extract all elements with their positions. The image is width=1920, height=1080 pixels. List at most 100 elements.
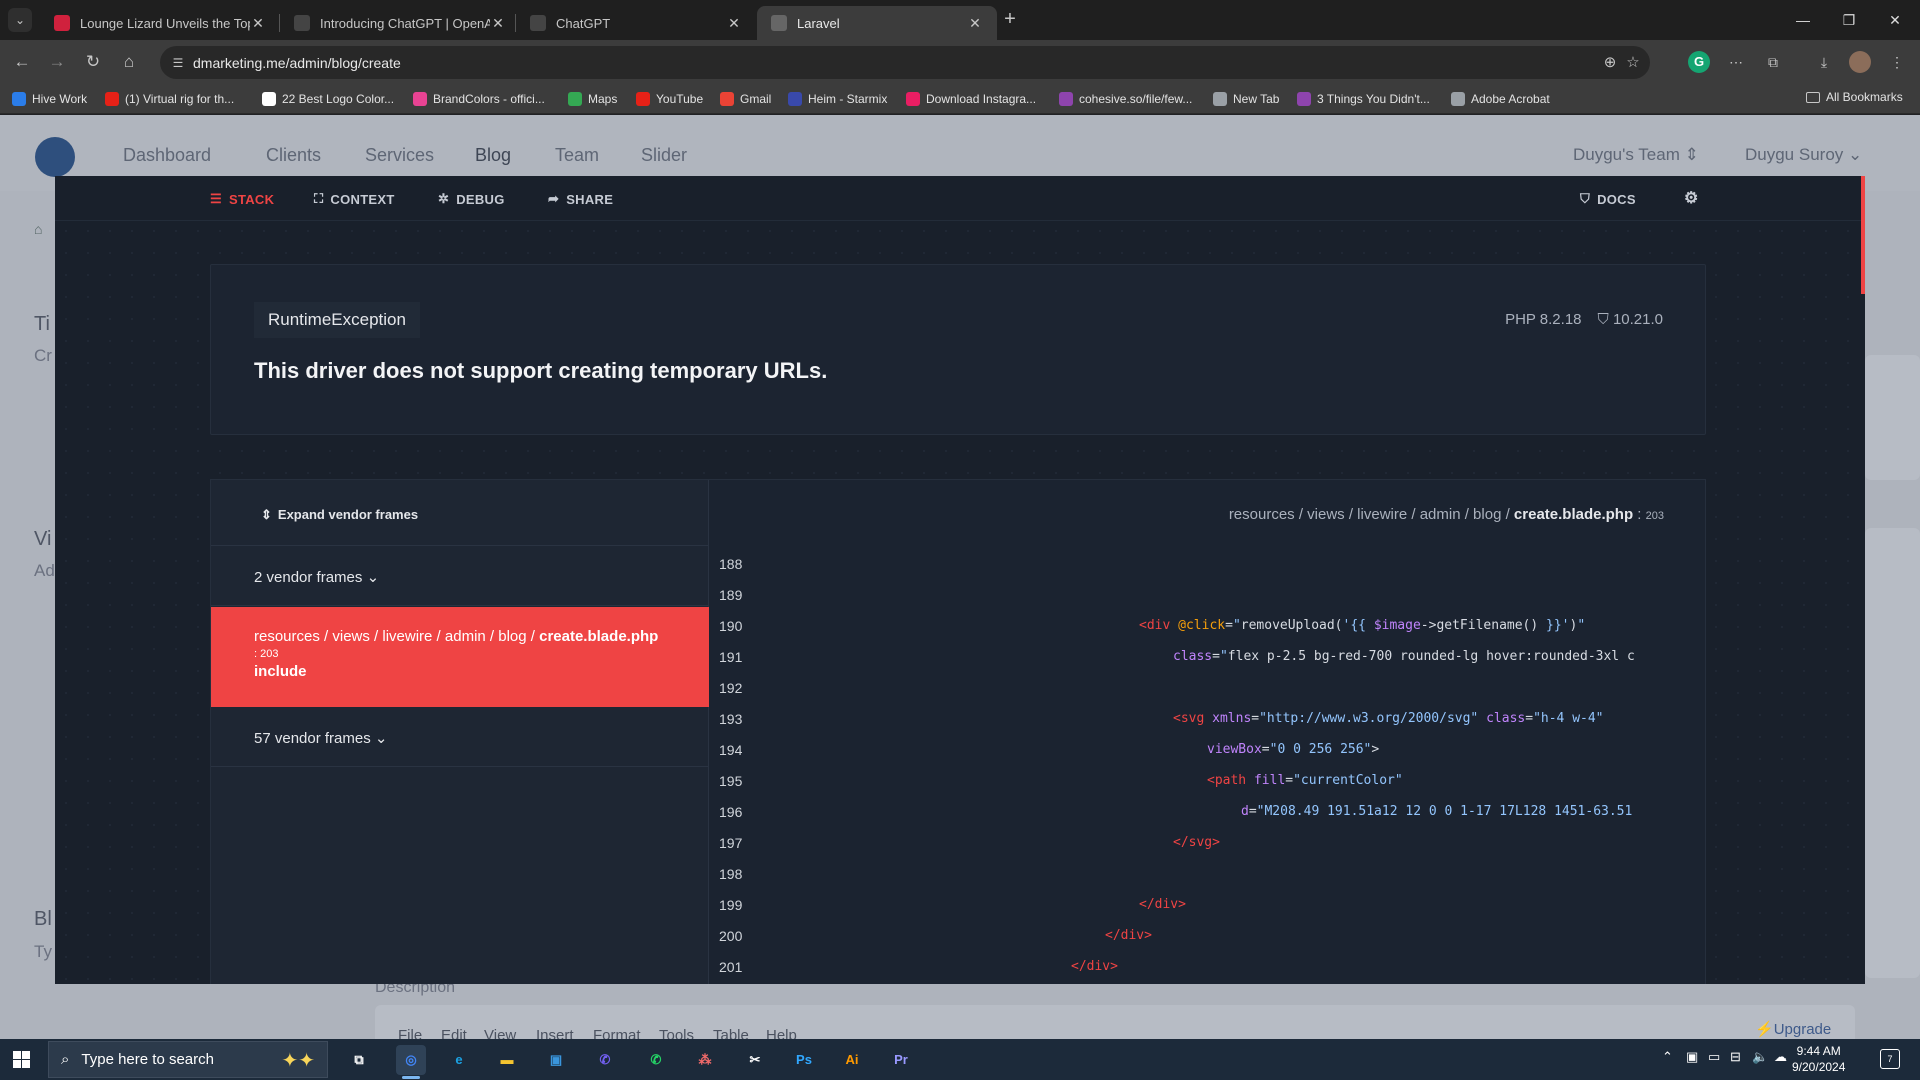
editor-menu-file[interactable]: File	[398, 1027, 422, 1039]
bookmark-item[interactable]: cohesive.so/file/few...	[1059, 90, 1192, 108]
taskbar-clock[interactable]: 9:44 AM 9/20/2024	[1792, 1043, 1845, 1075]
bookmark-item[interactable]: Maps	[568, 90, 617, 108]
restore-icon[interactable]: ❐	[1826, 0, 1872, 40]
cloud-icon[interactable]: ☁	[1774, 1049, 1787, 1065]
home-icon[interactable]: ⌂	[117, 50, 141, 74]
minimize-icon[interactable]: —	[1780, 0, 1826, 40]
nav-dashboard[interactable]: Dashboard	[123, 145, 211, 166]
vendor-frames-toggle[interactable]: 57 vendor frames ⌄	[211, 707, 709, 767]
close-tab-icon[interactable]: ✕	[490, 15, 506, 32]
nav-blog[interactable]: Blog	[475, 145, 511, 166]
bookmark-item[interactable]: Hive Work	[12, 90, 87, 108]
editor-menu-help[interactable]: Help	[766, 1027, 797, 1039]
premiere-icon[interactable]: Pr	[886, 1045, 916, 1075]
copilot-sparkle-icon[interactable]: ✦✦	[281, 1048, 315, 1073]
nav-team[interactable]: Team	[555, 145, 599, 166]
network-icon[interactable]: ⊟	[1730, 1049, 1741, 1065]
extensions-puzzle-icon[interactable]: ⧉	[1762, 51, 1784, 73]
new-tab-button[interactable]: +	[996, 8, 1024, 32]
bookmark-item[interactable]: New Tab	[1213, 90, 1279, 108]
camera-icon[interactable]: ▣	[1686, 1049, 1698, 1065]
vendor-frames-toggle[interactable]: 2 vendor frames ⌄	[211, 546, 709, 606]
app-logo[interactable]	[35, 137, 75, 177]
tab-stack[interactable]: ☰ STACK	[210, 191, 274, 207]
browser-tab[interactable]: Lounge Lizard Unveils the Top I ✕	[40, 6, 280, 40]
bookmark-item[interactable]: 3 Things You Didn't...	[1297, 90, 1430, 108]
nav-clients[interactable]: Clients	[266, 145, 321, 166]
browser-tab[interactable]: ChatGPT ✕	[516, 6, 756, 40]
close-window-icon[interactable]: ✕	[1872, 0, 1918, 40]
tab-context[interactable]: ⛶ CONTEXT	[314, 191, 395, 207]
volume-icon[interactable]: 🔈	[1752, 1049, 1768, 1065]
viber-icon[interactable]: ✆	[590, 1045, 620, 1075]
capcut-icon[interactable]: ✂	[740, 1045, 770, 1075]
tab-search-icon[interactable]: ⌄	[8, 8, 32, 32]
battery-icon[interactable]: ▭	[1708, 1049, 1720, 1065]
store-icon[interactable]: ▣	[541, 1045, 571, 1075]
url-text[interactable]: dmarketing.me/admin/blog/create	[193, 55, 401, 71]
nav-slider[interactable]: Slider	[641, 145, 687, 166]
expand-vendor-frames-button[interactable]: ⇕ Expand vendor frames	[211, 480, 709, 546]
browser-tab[interactable]: Introducing ChatGPT | OpenAI ✕	[280, 6, 520, 40]
editor-menu-insert[interactable]: Insert	[536, 1027, 574, 1039]
close-tab-icon[interactable]: ✕	[726, 15, 742, 32]
site-info-icon[interactable]: ☰	[168, 53, 188, 73]
bookmark-item[interactable]: BrandColors - offici...	[413, 90, 545, 108]
extension-menu-icon[interactable]: ⋯	[1725, 51, 1747, 73]
editor-menu-tools[interactable]: Tools	[659, 1027, 694, 1039]
settings-gear-icon[interactable]: ⚙	[1684, 188, 1699, 208]
close-tab-icon[interactable]: ✕	[967, 15, 983, 32]
bookmark-item[interactable]: Heim - Starmix	[788, 90, 887, 108]
tab-share[interactable]: ➦ SHARE	[548, 191, 613, 207]
profile-avatar[interactable]	[1849, 51, 1871, 73]
chrome-menu-icon[interactable]: ⋮	[1886, 51, 1908, 73]
photoshop-icon[interactable]: Ps	[789, 1045, 819, 1075]
asana-icon[interactable]: ⁂	[690, 1045, 720, 1075]
bookmark-item[interactable]: YouTube	[636, 90, 703, 108]
reload-icon[interactable]: ↻	[81, 50, 105, 74]
editor-menu-format[interactable]: Format	[593, 1027, 641, 1039]
tab-favicon-icon	[771, 15, 787, 31]
editor-menu-view[interactable]: View	[484, 1027, 516, 1039]
tab-debug[interactable]: ✲ DEBUG	[438, 191, 505, 207]
file-explorer-icon[interactable]: ▬	[492, 1045, 522, 1075]
back-icon[interactable]: ←	[10, 50, 34, 74]
docs-link[interactable]: ⛉ DOCS	[1580, 191, 1636, 207]
editor-menu-table[interactable]: Table	[713, 1027, 749, 1039]
all-bookmarks-button[interactable]: All Bookmarks	[1806, 90, 1903, 104]
user-menu[interactable]: Duygu Suroy ⌄	[1745, 145, 1862, 165]
bookmark-label: 22 Best Logo Color...	[282, 92, 395, 106]
zoom-icon[interactable]: ⊕	[1600, 53, 1620, 73]
tray-chevron-icon[interactable]: ⌃	[1662, 1049, 1673, 1065]
bookmark-favicon-icon	[262, 92, 276, 106]
taskbar-search[interactable]: ⌕ Type here to search ✦✦	[48, 1041, 328, 1078]
windows-start-icon[interactable]	[13, 1051, 30, 1068]
illustrator-icon[interactable]: Ai	[837, 1045, 867, 1075]
bookmark-star-icon[interactable]: ☆	[1623, 53, 1643, 73]
address-bar[interactable]: ☰ dmarketing.me/admin/blog/create ⊕ ☆	[160, 46, 1650, 79]
chrome-icon[interactable]: ◎	[396, 1045, 426, 1079]
code-line: 199 </div>	[709, 889, 1706, 920]
forward-icon[interactable]: →	[45, 50, 69, 74]
expand-vendor-label: Expand vendor frames	[277, 507, 419, 522]
bookmark-item[interactable]: 22 Best Logo Color...	[262, 90, 394, 108]
code-file-path[interactable]: resources / views / livewire / admin / b…	[1229, 506, 1664, 523]
team-switcher[interactable]: Duygu's Team ⇕	[1573, 145, 1699, 165]
upgrade-button[interactable]: ⚡Upgrade	[1755, 1020, 1831, 1038]
whatsapp-icon[interactable]: ✆	[641, 1045, 671, 1075]
home-breadcrumb-icon[interactable]: ⌂	[34, 221, 48, 237]
browser-tab[interactable]: Laravel ✕	[757, 6, 997, 40]
edge-icon[interactable]: e	[444, 1045, 474, 1075]
task-view-icon[interactable]: ⧉	[344, 1045, 374, 1075]
bookmark-item[interactable]: (1) Virtual rig for th...	[105, 90, 234, 108]
grammarly-icon[interactable]: G	[1688, 51, 1710, 73]
bookmark-item[interactable]: Download Instagra...	[906, 90, 1036, 108]
editor-menu-edit[interactable]: Edit	[441, 1027, 467, 1039]
active-frame[interactable]: resources / views / livewire / admin / b…	[211, 607, 709, 707]
close-tab-icon[interactable]: ✕	[250, 15, 266, 32]
notification-icon[interactable]: 7	[1880, 1049, 1900, 1069]
bookmark-item[interactable]: Adobe Acrobat	[1451, 90, 1550, 108]
bookmark-item[interactable]: Gmail	[720, 90, 771, 108]
download-icon[interactable]: ⤓	[1813, 51, 1835, 73]
nav-services[interactable]: Services	[365, 145, 434, 166]
